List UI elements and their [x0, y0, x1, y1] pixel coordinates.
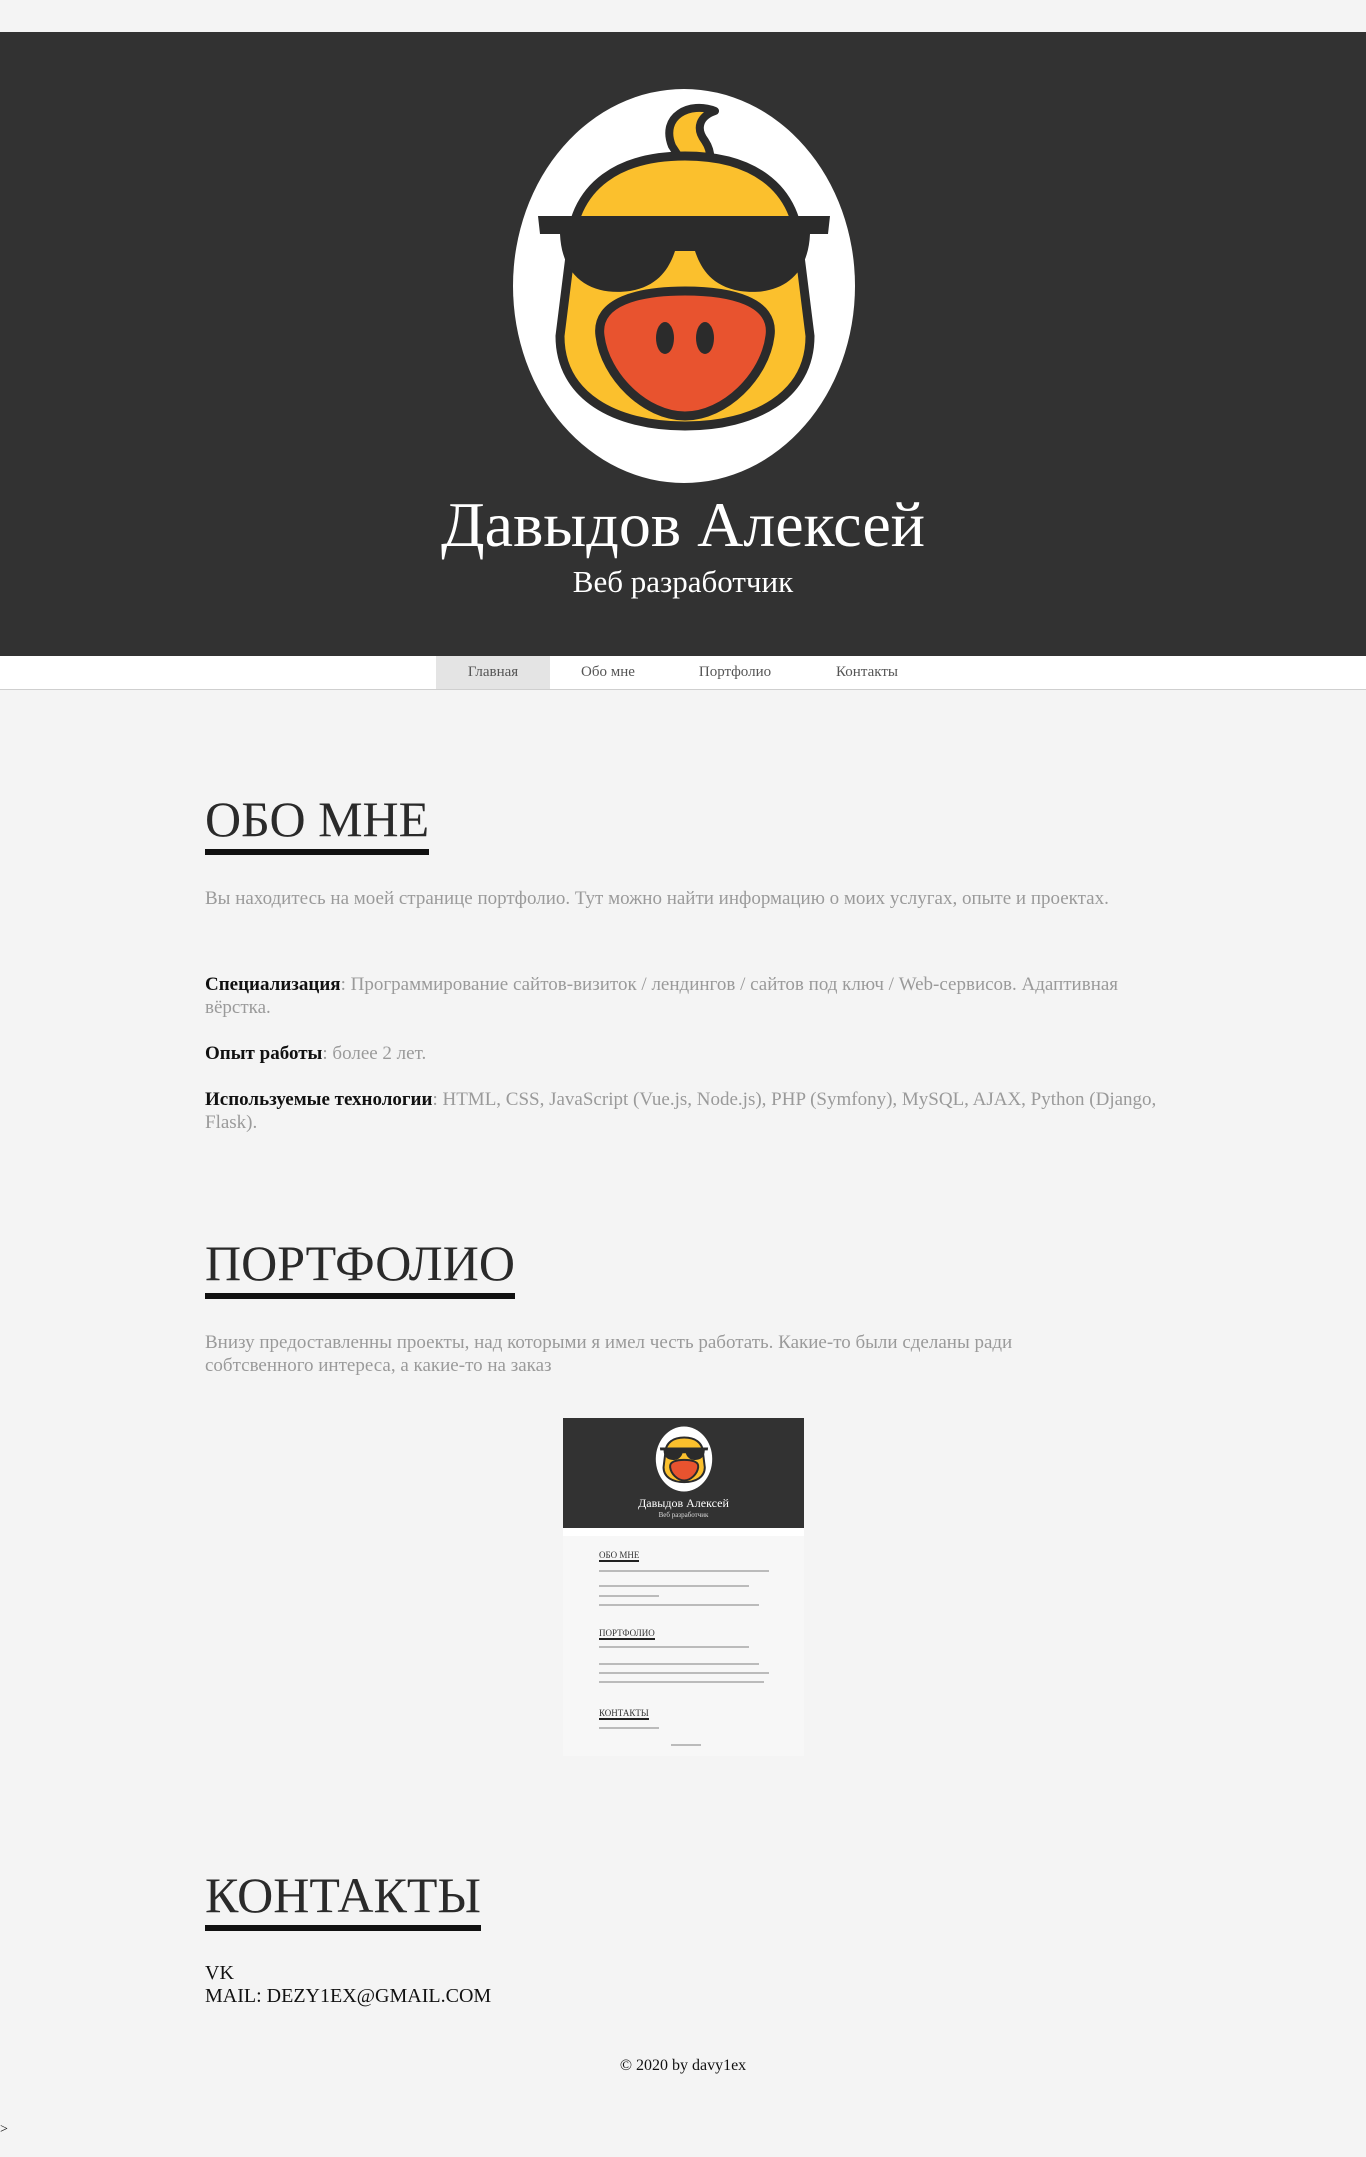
- thumbnail-text-line: [599, 1604, 759, 1606]
- site-owner-name: Давыдов Алексей: [441, 489, 925, 560]
- thumbnail-text-line: [599, 1595, 659, 1597]
- about-specialization: Специализация: Программирование сайтов-в…: [205, 973, 1165, 1019]
- about-intro: Вы находитесь на моей странице портфолио…: [205, 888, 1109, 909]
- specialization-label: Специализация: [205, 974, 341, 995]
- thumbnail-text-line: [599, 1681, 764, 1683]
- technologies-label: Используемые технологии: [205, 1089, 433, 1110]
- site-owner-role: Веб разработчик: [572, 564, 794, 599]
- thumbnail-heading-portfolio: ПОРТФОЛИО: [599, 1628, 655, 1640]
- thumbnail-name: Давыдов Алексей: [638, 1496, 729, 1510]
- experience-text: : более 2 лет.: [322, 1043, 427, 1064]
- main-nav: Главная Обо мне Портфолио Контакты: [0, 656, 1366, 690]
- thumbnail-role: Веб разработчик: [658, 1511, 709, 1519]
- portfolio-intro: Внизу предоставленны проекты, над которы…: [205, 1332, 1013, 1376]
- duck-sunglasses-icon: [513, 89, 855, 483]
- thumbnail-duck-icon: [655, 1426, 713, 1492]
- thumbnail-header: Давыдов Алексей Веб разработчик: [563, 1418, 804, 1528]
- specialization-text: : Программирование сайтов-визиток / ленд…: [205, 974, 1119, 1018]
- about-title: ОБО МНЕ: [205, 792, 430, 855]
- nav-item-about[interactable]: Обо мне: [560, 656, 656, 689]
- corner-caret: >: [0, 2122, 8, 2137]
- experience-label: Опыт работы: [205, 1043, 323, 1064]
- contact-vk-link[interactable]: VK: [205, 1962, 234, 1985]
- site-header: Давыдов Алексей Веб разработчик: [0, 32, 1366, 656]
- nav-item-contacts[interactable]: Контакты: [820, 656, 914, 689]
- footer-copyright: © 2020 by davy1ex: [619, 2057, 747, 2074]
- contact-email[interactable]: MAIL: DEZY1EX@GMAIL.COM: [205, 1985, 491, 2008]
- thumbnail-text-line: [599, 1585, 749, 1587]
- about-technologies: Используемые технологии: HTML, CSS, Java…: [205, 1088, 1165, 1134]
- thumbnail-text-line: [599, 1646, 749, 1648]
- thumbnail-text-line: [599, 1663, 759, 1665]
- thumbnail-text-line: [599, 1672, 769, 1674]
- thumbnail-text-line: [599, 1570, 769, 1572]
- thumbnail-heading-about: ОБО МНЕ: [599, 1550, 640, 1562]
- portfolio-project-thumbnail[interactable]: Давыдов Алексей Веб разработчик ОБО МНЕ …: [563, 1418, 804, 1756]
- about-experience: Опыт работы: более 2 лет.: [205, 1042, 1165, 1065]
- nav-item-portfolio[interactable]: Портфолио: [682, 656, 788, 689]
- nav-item-home[interactable]: Главная: [436, 656, 550, 689]
- thumbnail-heading-contacts: КОНТАКТЫ: [599, 1708, 649, 1720]
- thumbnail-text-line: [599, 1727, 659, 1729]
- thumbnail-nav: [563, 1528, 804, 1536]
- contacts-title: КОНТАКТЫ: [205, 1868, 481, 1931]
- thumbnail-text-line: [671, 1744, 701, 1746]
- portfolio-title: ПОРТФОЛИО: [205, 1236, 515, 1299]
